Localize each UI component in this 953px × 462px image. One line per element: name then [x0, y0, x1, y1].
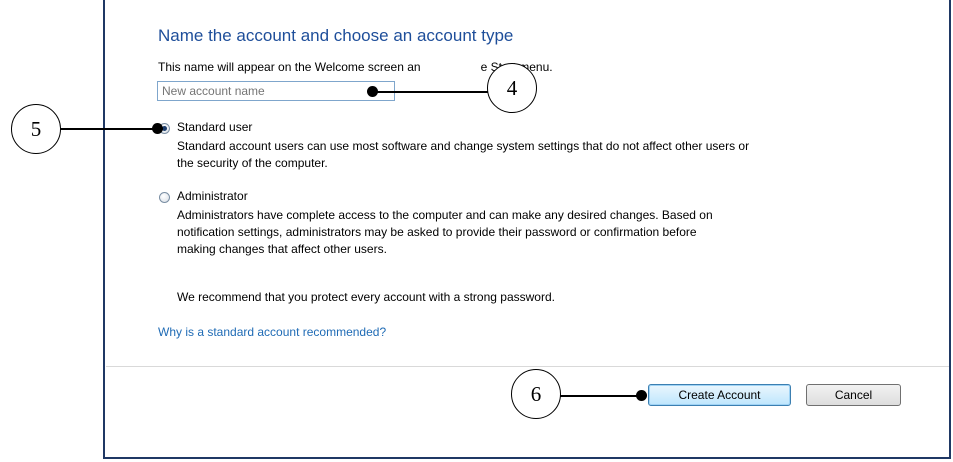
create-account-button[interactable]: Create Account — [648, 384, 791, 406]
recommend-text: We recommend that you protect every acco… — [177, 290, 555, 304]
administrator-label[interactable]: Administrator — [177, 188, 248, 205]
callout-5: 5 — [11, 104, 61, 154]
callout-6-pointer — [560, 395, 646, 397]
cancel-button[interactable]: Cancel — [806, 384, 901, 406]
standard-user-desc-line2: the security of the computer. — [177, 156, 328, 170]
standard-user-desc-line1: Standard account users can use most soft… — [177, 139, 750, 153]
administrator-desc-line2: notification settings, administrators ma… — [177, 225, 697, 239]
account-name-input[interactable] — [157, 81, 395, 101]
callout-6-dot — [636, 390, 647, 401]
callout-4: 4 — [487, 63, 537, 113]
why-standard-link[interactable]: Why is a standard account recommended? — [158, 324, 386, 341]
standard-user-label[interactable]: Standard user — [177, 119, 252, 136]
callout-6: 6 — [511, 369, 561, 419]
administrator-desc-line1: Administrators have complete access to t… — [177, 208, 713, 222]
callout-4-pointer — [372, 91, 488, 93]
callout-4-dot — [367, 86, 378, 97]
page-title: Name the account and choose an account t… — [158, 26, 514, 45]
administrator-radio[interactable] — [159, 192, 170, 203]
name-hint-part1: This name will appear on the Welcome scr… — [158, 60, 421, 74]
administrator-desc-line3: making changes that affect other users. — [177, 242, 387, 256]
callout-5-pointer — [60, 128, 160, 130]
footer-separator — [106, 366, 949, 367]
callout-5-dot — [152, 123, 163, 134]
